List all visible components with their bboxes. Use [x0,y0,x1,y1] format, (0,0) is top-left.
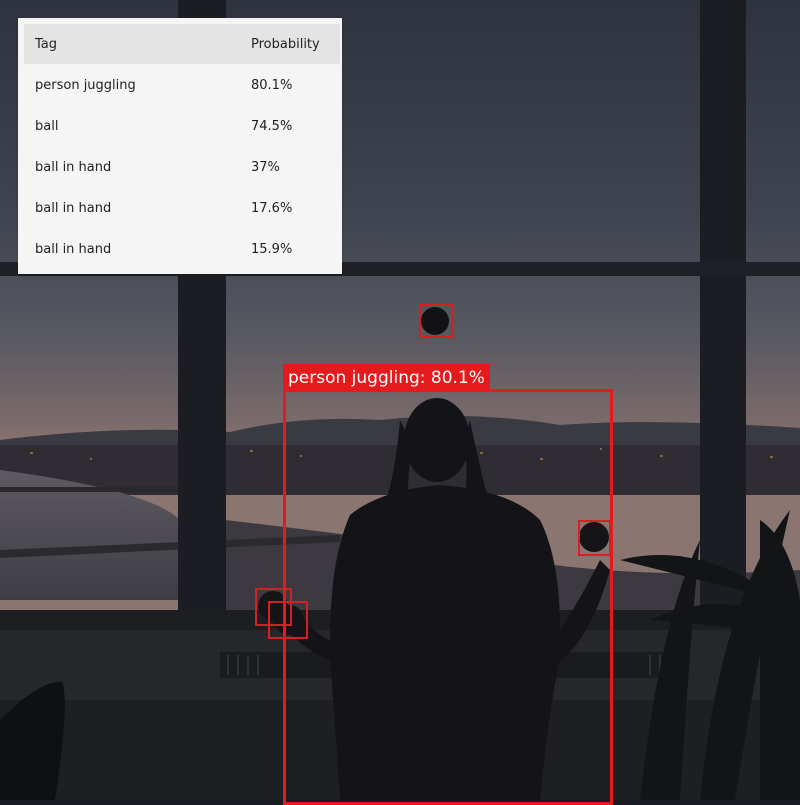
ball-in-hand-bounding-box [578,520,611,556]
row-tag: ball in hand [35,201,112,216]
row-tag: ball [35,119,59,134]
row-probability: 15.9% [251,242,293,257]
column-header-probability: Probability [251,37,320,52]
row-probability: 17.6% [251,201,293,216]
person-detection-label: person juggling: 80.1% [283,364,490,392]
row-probability: 80.1% [251,78,293,93]
row-tag: person juggling [35,78,136,93]
column-header-tag: Tag [35,37,58,52]
results-table: Tag Probability person juggling 80.1% ba… [18,18,342,274]
row-probability: 37% [251,160,280,175]
person-bounding-box [283,389,613,805]
row-tag: ball in hand [35,242,112,257]
ball-bounding-box [419,304,453,338]
row-tag: ball in hand [35,160,112,175]
row-probability: 74.5% [251,119,293,134]
ball-in-hand-bounding-box [268,601,308,639]
